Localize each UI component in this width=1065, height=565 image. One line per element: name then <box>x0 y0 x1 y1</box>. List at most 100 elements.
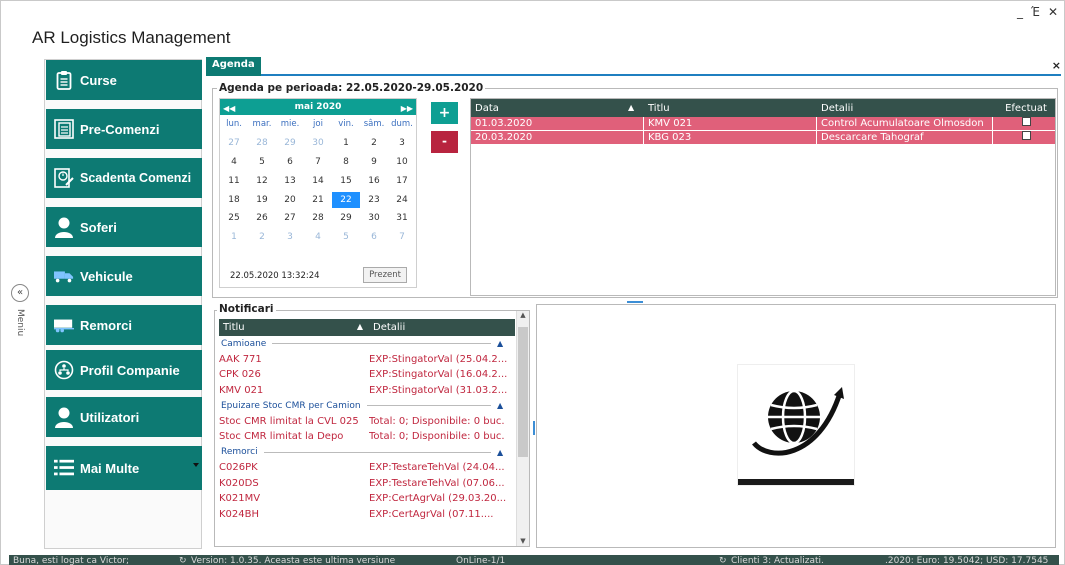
sidebar-item-profil-companie[interactable]: Profil Companie <box>46 350 202 390</box>
calendar-day[interactable]: 2 <box>360 138 388 148</box>
calendar-day[interactable]: 11 <box>220 176 248 186</box>
close-tab-icon[interactable]: × <box>1052 59 1061 72</box>
column-header-efectuat[interactable]: Efectuat <box>993 103 1055 114</box>
calendar-day[interactable]: 23 <box>360 195 388 205</box>
calendar-day[interactable]: 16 <box>360 176 388 186</box>
prev-month-icon[interactable]: ◀◀ <box>223 101 235 117</box>
scrollbar-thumb[interactable] <box>518 327 528 457</box>
calendar-day[interactable]: 1 <box>220 232 248 242</box>
calendar-day[interactable]: 15 <box>332 176 360 186</box>
calendar-day[interactable]: 4 <box>220 157 248 167</box>
collapse-group-icon[interactable]: ▲ <box>497 339 515 348</box>
calendar-week: 27 28 29 30 1 2 3 <box>220 134 416 153</box>
calendar-day[interactable]: 9 <box>360 157 388 167</box>
group-header[interactable]: Epuizare Stoc CMR per Camion ▲ <box>215 398 515 414</box>
column-header-data[interactable]: Data <box>471 103 644 114</box>
calendar-day[interactable]: 3 <box>276 232 304 242</box>
globe-logo-icon <box>738 365 854 485</box>
calendar-day[interactable]: 14 <box>304 176 332 186</box>
calendar-day[interactable]: 10 <box>388 157 416 167</box>
list-item[interactable]: K024BH EXP:CertAgrVal (07.11.... <box>215 507 515 523</box>
sidebar-item-scadenta-comenzi[interactable]: Scadenta Comenzi <box>46 158 202 198</box>
calendar-day[interactable]: 6 <box>276 157 304 167</box>
column-header-detalii[interactable]: Detalii <box>369 322 509 333</box>
calendar-day[interactable]: 13 <box>276 176 304 186</box>
calendar-day[interactable]: 24 <box>388 195 416 205</box>
calendar-day[interactable]: 26 <box>248 213 276 223</box>
calendar-day[interactable]: 21 <box>304 195 332 205</box>
calendar-day[interactable]: 25 <box>220 213 248 223</box>
collapse-group-icon[interactable]: ▲ <box>497 401 515 410</box>
sidebar-item-mai-multe[interactable]: Mai Multe <box>46 446 202 490</box>
next-month-icon[interactable]: ▶▶ <box>401 101 413 117</box>
list-item[interactable]: K021MV EXP:CertAgrVal (29.03.20... <box>215 491 515 507</box>
maximize-icon[interactable]: Έ <box>1031 5 1040 19</box>
calendar-day[interactable]: 5 <box>248 157 276 167</box>
table-row[interactable]: 01.03.2020 KMV 021 Control Acumulatoare Ol… <box>471 116 1055 131</box>
minimize-icon[interactable]: _ <box>1017 5 1023 19</box>
table-row[interactable]: 20.03.2020 KBG 023 Descarcare Tahograf <box>471 130 1055 145</box>
calendar-day[interactable]: 28 <box>304 213 332 223</box>
group-header[interactable]: Camioane ▲ <box>215 336 515 352</box>
calendar-day[interactable]: 5 <box>332 232 360 242</box>
calendar-day[interactable]: 3 <box>388 138 416 148</box>
delete-button[interactable]: - <box>431 131 458 153</box>
group-header[interactable]: Remorci ▲ <box>215 445 515 461</box>
calendar-day[interactable]: 29 <box>332 213 360 223</box>
efectuat-checkbox[interactable] <box>1021 130 1031 140</box>
horizontal-splitter[interactable] <box>627 301 643 303</box>
calendar-day[interactable]: 27 <box>276 213 304 223</box>
scroll-down-icon[interactable]: ▼ <box>517 537 529 545</box>
today-button[interactable]: Prezent <box>363 267 407 283</box>
calendar-day[interactable]: 22 <box>332 191 360 208</box>
calendar-day[interactable]: 1 <box>332 138 360 148</box>
calendar-day[interactable]: 30 <box>304 138 332 148</box>
group-divider <box>263 451 491 453</box>
calendar-day[interactable]: 7 <box>388 232 416 242</box>
collapse-group-icon[interactable]: ▲ <box>497 448 515 457</box>
list-item[interactable]: Stoc CMR limitat la CVL 025 Total: 0; Dis… <box>215 414 515 430</box>
cell-titlu: AAK 771 <box>219 353 262 365</box>
list-item[interactable]: AAK 771 EXP:StingatorVal (25.04.2... <box>215 352 515 368</box>
calendar-day[interactable]: 7 <box>304 157 332 167</box>
vertical-splitter[interactable] <box>533 421 535 435</box>
sidebar-item-soferi[interactable]: Soferi <box>46 207 202 247</box>
sidebar-item-curse[interactable]: Curse <box>46 60 202 100</box>
calendar-day[interactable]: 28 <box>248 138 276 148</box>
column-header-detalii[interactable]: Detalii <box>817 103 993 114</box>
collapse-sidebar-icon[interactable]: « <box>11 284 29 302</box>
app-window: AR Logistics Management _ Έ ✕ « Meniu Cu… <box>0 0 1065 565</box>
sidebar-item-pre-comenzi[interactable]: Pre-Comenzi <box>46 109 202 149</box>
column-header-titlu[interactable]: Titlu ▲ <box>219 322 369 333</box>
calendar-day[interactable]: 18 <box>220 195 248 205</box>
calendar-day[interactable]: 17 <box>388 176 416 186</box>
calendar-day[interactable]: 29 <box>276 138 304 148</box>
list-item[interactable]: K020DS EXP:TestareTehVal (07.06... <box>215 476 515 492</box>
list-item[interactable]: KMV 021 EXP:StingatorVal (31.03.2... <box>215 383 515 399</box>
calendar-week: 4 5 6 7 8 9 10 <box>220 153 416 172</box>
sidebar-item-remorci[interactable]: Remorci <box>46 305 202 345</box>
close-icon[interactable]: ✕ <box>1048 5 1058 19</box>
calendar-day[interactable]: 31 <box>388 213 416 223</box>
list-item[interactable]: C026PK EXP:TestareTehVal (24.04... <box>215 460 515 476</box>
list-item[interactable]: Stoc CMR limitat la Depo Total: 0; Dispon… <box>215 429 515 445</box>
calendar-day[interactable]: 30 <box>360 213 388 223</box>
calendar-day[interactable]: 12 <box>248 176 276 186</box>
calendar-day[interactable]: 4 <box>304 232 332 242</box>
notifications-scrollbar[interactable]: ▲ ▼ <box>516 311 529 546</box>
column-header-titlu[interactable]: ▲ Titlu <box>628 103 817 114</box>
sidebar-item-vehicule[interactable]: Vehicule <box>46 256 202 296</box>
calendar-day[interactable]: 20 <box>276 195 304 205</box>
calendar-day[interactable]: 6 <box>360 232 388 242</box>
calendar-day[interactable]: 2 <box>248 232 276 242</box>
calendar-week: 11 12 13 14 15 16 17 <box>220 171 416 190</box>
sidebar-item-utilizatori[interactable]: Utilizatori <box>46 397 202 437</box>
calendar-day[interactable]: 8 <box>332 157 360 167</box>
calendar-day[interactable]: 19 <box>248 195 276 205</box>
tab-agenda[interactable]: Agenda <box>206 57 261 76</box>
scroll-up-icon[interactable]: ▲ <box>517 311 529 319</box>
calendar-day[interactable]: 27 <box>220 138 248 148</box>
efectuat-checkbox[interactable] <box>1021 116 1031 126</box>
add-button[interactable]: + <box>431 102 458 124</box>
list-item[interactable]: CPK 026 EXP:StingatorVal (16.04.2... <box>215 367 515 383</box>
